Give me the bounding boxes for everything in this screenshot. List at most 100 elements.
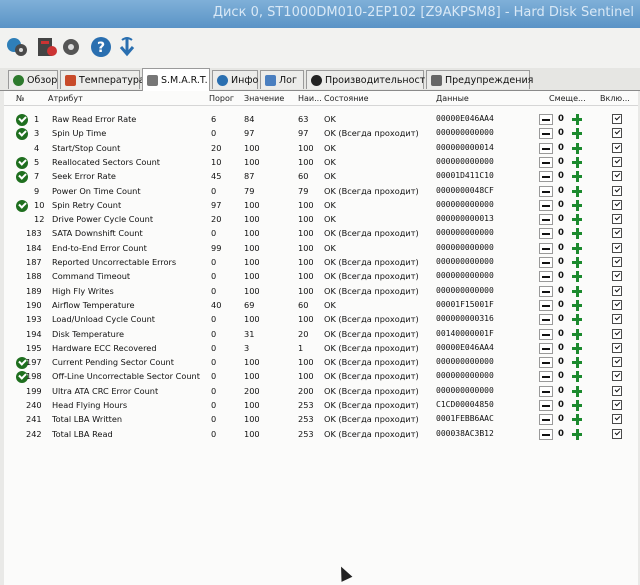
- plus-icon[interactable]: [570, 142, 584, 154]
- enabled-checkbox[interactable]: [612, 299, 622, 310]
- minus-icon[interactable]: [539, 171, 553, 183]
- col-num[interactable]: №: [16, 94, 24, 103]
- settings-icon[interactable]: [58, 34, 84, 60]
- plus-icon[interactable]: [570, 357, 584, 369]
- minus-icon[interactable]: [539, 199, 553, 211]
- enabled-checkbox[interactable]: [612, 114, 622, 124]
- minus-icon[interactable]: [539, 314, 553, 326]
- enabled-checkbox[interactable]: [612, 185, 622, 196]
- enabled-checkbox[interactable]: [612, 271, 622, 282]
- tab-performance[interactable]: Производительность: [306, 70, 431, 89]
- col-data[interactable]: Данные: [436, 94, 469, 103]
- minus-icon[interactable]: [539, 214, 553, 226]
- table-row[interactable]: 187 Reported Uncorrectable Errors 0 100 …: [4, 256, 638, 270]
- col-threshold[interactable]: Порог: [209, 94, 234, 103]
- help-icon[interactable]: ?: [88, 34, 114, 60]
- enabled-checkbox[interactable]: [612, 171, 622, 182]
- plus-icon[interactable]: [570, 271, 584, 283]
- minus-icon[interactable]: [539, 228, 553, 240]
- table-row[interactable]: 7 Seek Error Rate 45 87 60 OK 00001D411C…: [4, 170, 638, 184]
- plus-icon[interactable]: [570, 199, 584, 211]
- tab-info[interactable]: Инфо: [212, 70, 258, 89]
- table-row[interactable]: 10 Spin Retry Count 97 100 100 OK 000000…: [4, 199, 638, 213]
- minus-icon[interactable]: [539, 428, 553, 440]
- enabled-checkbox[interactable]: [612, 257, 622, 267]
- table-row[interactable]: 9 Power On Time Count 0 79 79 OK (Всегда…: [4, 185, 638, 199]
- col-value[interactable]: Значение: [244, 94, 284, 103]
- update-icon[interactable]: [114, 34, 140, 60]
- enabled-checkbox[interactable]: [612, 428, 622, 439]
- table-row[interactable]: 184 End-to-End Error Count 99 100 100 OK…: [4, 242, 638, 256]
- plus-icon[interactable]: [570, 185, 584, 197]
- table-row[interactable]: 197 Current Pending Sector Count 0 100 1…: [4, 356, 638, 370]
- enabled-checkbox[interactable]: [612, 199, 622, 210]
- enabled-checkbox[interactable]: [612, 357, 622, 368]
- minus-icon[interactable]: [539, 342, 553, 354]
- minus-icon[interactable]: [539, 128, 553, 140]
- col-status[interactable]: Состояние: [324, 94, 369, 103]
- minus-icon[interactable]: [539, 400, 553, 411]
- plus-icon[interactable]: [570, 400, 584, 411]
- table-row[interactable]: 1 Raw Read Error Rate 6 84 63 OK 00000E0…: [4, 113, 638, 127]
- table-row[interactable]: 189 High Fly Writes 0 100 100 OK (Всегда…: [4, 285, 638, 299]
- enabled-checkbox[interactable]: [612, 328, 622, 339]
- table-row[interactable]: 241 Total LBA Written 0 100 253 OK (Всег…: [4, 413, 638, 427]
- plus-icon[interactable]: [570, 156, 584, 168]
- table-row[interactable]: 198 Off-Line Uncorrectable Sector Count …: [4, 370, 638, 384]
- plus-icon[interactable]: [570, 114, 584, 125]
- tab-temperature[interactable]: Температура: [60, 70, 145, 89]
- enabled-checkbox[interactable]: [612, 414, 622, 425]
- table-row[interactable]: 12 Drive Power Cycle Count 20 100 100 OK…: [4, 213, 638, 227]
- table-row[interactable]: 183 SATA Downshift Count 0 100 100 OK (В…: [4, 227, 638, 241]
- plus-icon[interactable]: [570, 299, 584, 311]
- minus-icon[interactable]: [539, 385, 553, 397]
- plus-icon[interactable]: [570, 285, 584, 297]
- plus-icon[interactable]: [570, 214, 584, 226]
- tab-overview[interactable]: Обзор: [8, 70, 58, 89]
- table-row[interactable]: 5 Reallocated Sectors Count 10 100 100 O…: [4, 156, 638, 170]
- tab-log[interactable]: Лог: [260, 70, 304, 89]
- enabled-checkbox[interactable]: [612, 128, 622, 139]
- plus-icon[interactable]: [570, 228, 584, 240]
- minus-icon[interactable]: [539, 242, 553, 254]
- plus-icon[interactable]: [570, 242, 584, 254]
- plus-icon[interactable]: [570, 314, 584, 326]
- table-row[interactable]: 194 Disk Temperature 0 31 20 OK (Всегда …: [4, 328, 638, 342]
- minus-icon[interactable]: [539, 299, 553, 311]
- col-attribute[interactable]: Атрибут: [48, 94, 83, 103]
- enabled-checkbox[interactable]: [612, 214, 622, 225]
- table-row[interactable]: 193 Load/Unload Cycle Count 0 100 100 OK…: [4, 313, 638, 327]
- minus-icon[interactable]: [539, 357, 553, 369]
- enabled-checkbox[interactable]: [612, 142, 622, 153]
- plus-icon[interactable]: [570, 385, 584, 397]
- plus-icon[interactable]: [570, 414, 584, 426]
- plus-icon[interactable]: [570, 128, 584, 140]
- minus-icon[interactable]: [539, 328, 553, 340]
- enabled-checkbox[interactable]: [612, 314, 622, 325]
- col-worst[interactable]: Наи...: [298, 94, 322, 103]
- minus-icon[interactable]: [539, 271, 553, 283]
- enabled-checkbox[interactable]: [612, 385, 622, 396]
- col-offset[interactable]: Смеще...: [549, 94, 586, 103]
- minus-icon[interactable]: [539, 114, 553, 125]
- minus-icon[interactable]: [539, 142, 553, 154]
- table-row[interactable]: 188 Command Timeout 0 100 100 OK (Всегда…: [4, 270, 638, 284]
- minus-icon[interactable]: [539, 371, 553, 383]
- table-row[interactable]: 240 Head Flying Hours 0 100 253 OK (Всег…: [4, 399, 638, 413]
- table-row[interactable]: 242 Total LBA Read 0 100 253 OK (Всегда …: [4, 428, 638, 442]
- col-enabled[interactable]: Вклю...: [600, 94, 630, 103]
- plus-icon[interactable]: [570, 342, 584, 354]
- minus-icon[interactable]: [539, 257, 553, 268]
- enabled-checkbox[interactable]: [612, 285, 622, 296]
- table-row[interactable]: 190 Airflow Temperature 40 69 60 OK 0000…: [4, 299, 638, 313]
- disk-health-icon[interactable]: [4, 34, 30, 60]
- enabled-checkbox[interactable]: [612, 156, 622, 167]
- table-row[interactable]: 195 Hardware ECC Recovered 0 3 1 OK (Все…: [4, 342, 638, 356]
- minus-icon[interactable]: [539, 414, 553, 426]
- plus-icon[interactable]: [570, 371, 584, 383]
- report-icon[interactable]: [34, 34, 60, 60]
- table-row[interactable]: 3 Spin Up Time 0 97 97 OK (Всегда проход…: [4, 127, 638, 141]
- enabled-checkbox[interactable]: [612, 400, 622, 410]
- enabled-checkbox[interactable]: [612, 342, 622, 353]
- minus-icon[interactable]: [539, 285, 553, 297]
